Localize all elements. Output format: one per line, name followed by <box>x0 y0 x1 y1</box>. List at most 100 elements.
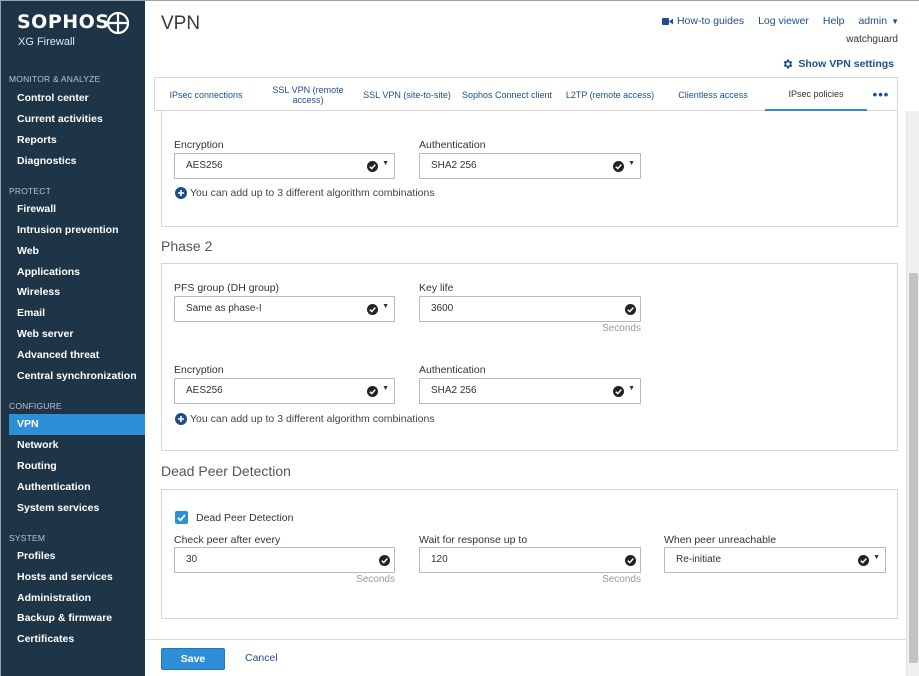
top-links: How-to guides Log viewer Help admin ▼ <box>661 14 899 28</box>
phase1-authentication-select[interactable]: SHA2 256 ▼ <box>419 153 641 179</box>
vertical-scrollbar[interactable] <box>906 111 919 676</box>
show-vpn-settings-link[interactable]: Show VPN settings <box>782 58 894 70</box>
sidebar-item-applications[interactable]: Applications <box>9 262 145 283</box>
sidebar-item-email[interactable]: Email <box>9 303 145 324</box>
dpd-checkbox-label: Dead Peer Detection <box>196 512 294 524</box>
pfs-group-label: PFS group (DH group) <box>174 282 280 294</box>
howto-guides-label: How-to guides <box>676 15 745 27</box>
check-peer-label: Check peer after every <box>174 534 281 546</box>
tab-ipsec-policies[interactable]: IPsec policies <box>765 78 867 111</box>
peer-unreachable-select[interactable]: Re-initiate ▼ <box>664 547 886 573</box>
check-peer-input[interactable]: 30 <box>174 547 395 573</box>
nav-section-monitor: MONITOR & ANALYZE <box>9 74 101 84</box>
page-title: VPN <box>161 13 201 34</box>
phase1-encryption-select[interactable]: AES256 ▼ <box>174 153 395 179</box>
dropdown-arrow-icon: ▼ <box>873 554 880 561</box>
check-circle-icon <box>367 161 378 172</box>
phase1-encryption-label: Encryption <box>174 139 224 151</box>
sidebar-item-profiles[interactable]: Profiles <box>9 546 145 567</box>
sidebar-item-current-activities[interactable]: Current activities <box>9 109 145 130</box>
check-circle-icon <box>613 161 624 172</box>
tab-clientless-access[interactable]: Clientless access <box>661 78 765 111</box>
main-area: VPN How-to guides Log viewer Help admin … <box>145 1 919 676</box>
wait-response-input[interactable]: 120 <box>419 547 641 573</box>
dropdown-arrow-icon: ▼ <box>382 385 389 392</box>
sidebar-item-advanced-threat[interactable]: Advanced threat <box>9 345 145 366</box>
save-button[interactable]: Save <box>161 648 225 670</box>
key-life-value: 3600 <box>431 303 454 314</box>
peer-unreachable-label: When peer unreachable <box>664 534 777 546</box>
sidebar-item-web[interactable]: Web <box>9 241 145 262</box>
sidebar-item-reports[interactable]: Reports <box>9 130 145 151</box>
sidebar-item-administration[interactable]: Administration <box>9 588 145 609</box>
sidebar-item-intrusion-prevention[interactable]: Intrusion prevention <box>9 220 145 241</box>
sidebar-item-certificates[interactable]: Certificates <box>9 629 145 650</box>
dropdown-arrow-icon: ▼ <box>628 160 635 167</box>
tab-bar: IPsec connections SSL VPN (remote access… <box>154 77 898 111</box>
phase2-encryption-select[interactable]: AES256 ▼ <box>174 378 395 404</box>
tab-sophos-connect-client[interactable]: Sophos Connect client <box>455 78 559 111</box>
admin-label: admin <box>858 15 888 27</box>
dropdown-arrow-icon: ▼ <box>382 303 389 310</box>
sidebar-item-system-services[interactable]: System services <box>9 498 145 519</box>
pfs-group-value: Same as phase-I <box>186 303 262 314</box>
nav-section-system: SYSTEM <box>9 533 46 543</box>
wait-response-label: Wait for response up to <box>419 534 528 546</box>
sidebar-item-control-center[interactable]: Control center <box>9 88 145 109</box>
help-link[interactable]: Help <box>823 15 845 27</box>
phase1-add-combination[interactable]: You can add up to 3 different algorithm … <box>175 187 435 199</box>
phase2-add-note: You can add up to 3 different algorithm … <box>190 413 435 425</box>
phase1-encryption-value: AES256 <box>186 160 223 171</box>
add-circle-icon <box>175 187 187 199</box>
tab-ipsec-connections[interactable]: IPsec connections <box>155 78 257 111</box>
phase2-encryption-value: AES256 <box>186 385 223 396</box>
wait-response-value: 120 <box>431 554 448 565</box>
admin-menu[interactable]: admin ▼ <box>858 15 899 27</box>
sidebar-item-authentication[interactable]: Authentication <box>9 477 145 498</box>
phase2-add-combination[interactable]: You can add up to 3 different algorithm … <box>175 413 435 425</box>
sidebar-item-routing[interactable]: Routing <box>9 456 145 477</box>
check-circle-icon <box>367 386 378 397</box>
log-viewer-link[interactable]: Log viewer <box>758 15 809 27</box>
sidebar-item-web-server[interactable]: Web server <box>9 324 145 345</box>
sophos-shield-logo-icon <box>106 11 130 35</box>
sidebar-item-vpn[interactable]: VPN <box>9 414 145 435</box>
howto-guides-link[interactable]: How-to guides <box>661 15 745 27</box>
gear-icon <box>784 59 793 69</box>
sidebar-item-wireless[interactable]: Wireless <box>9 282 145 303</box>
tab-ssl-vpn-site-to-site[interactable]: SSL VPN (site-to-site) <box>359 78 455 111</box>
cancel-button[interactable]: Cancel <box>245 652 278 664</box>
caret-down-icon: ▼ <box>891 16 899 26</box>
dpd-panel: Dead Peer Detection Check peer after eve… <box>161 489 898 619</box>
show-vpn-settings-label: Show VPN settings <box>798 58 894 70</box>
phase2-authentication-select[interactable]: SHA2 256 ▼ <box>419 378 641 404</box>
tab-ssl-vpn-remote-access[interactable]: SSL VPN (remote access) <box>257 78 359 111</box>
phase1-authentication-label: Authentication <box>419 139 486 151</box>
help-label: Help <box>822 15 845 27</box>
sidebar-item-central-synchronization[interactable]: Central synchronization <box>9 366 145 387</box>
brand[interactable]: SOPHOS XG Firewall <box>17 9 137 49</box>
nav-section-protect: PROTECT <box>9 186 52 196</box>
key-life-unit: Seconds <box>602 323 641 334</box>
sidebar-item-hosts-and-services[interactable]: Hosts and services <box>9 567 145 588</box>
check-circle-icon <box>367 304 378 315</box>
sidebar-item-backup-firmware[interactable]: Backup & firmware <box>9 608 145 629</box>
brand-product: XG Firewall <box>18 36 75 48</box>
pfs-group-select[interactable]: Same as phase-I ▼ <box>174 296 395 322</box>
sidebar-item-firewall[interactable]: Firewall <box>9 199 145 220</box>
sidebar-item-network[interactable]: Network <box>9 435 145 456</box>
brand-name: SOPHOS <box>17 11 110 33</box>
more-tabs-icon[interactable]: ••• <box>867 78 895 111</box>
dpd-checkbox[interactable] <box>175 511 188 524</box>
phase1-panel: Encryption AES256 ▼ Authentication SHA2 … <box>161 111 898 227</box>
checkmark-icon <box>177 514 186 522</box>
add-circle-icon <box>175 413 187 425</box>
check-circle-icon <box>858 555 869 566</box>
sidebar-item-diagnostics[interactable]: Diagnostics <box>9 151 145 172</box>
tab-l2tp-remote-access[interactable]: L2TP (remote access) <box>559 78 661 111</box>
check-peer-value: 30 <box>186 554 198 565</box>
peer-unreachable-value: Re-initiate <box>676 554 722 565</box>
phase2-panel: PFS group (DH group) Same as phase-I ▼ K… <box>161 263 898 451</box>
scrollbar-thumb[interactable] <box>909 273 918 663</box>
key-life-input[interactable]: 3600 <box>419 296 641 322</box>
